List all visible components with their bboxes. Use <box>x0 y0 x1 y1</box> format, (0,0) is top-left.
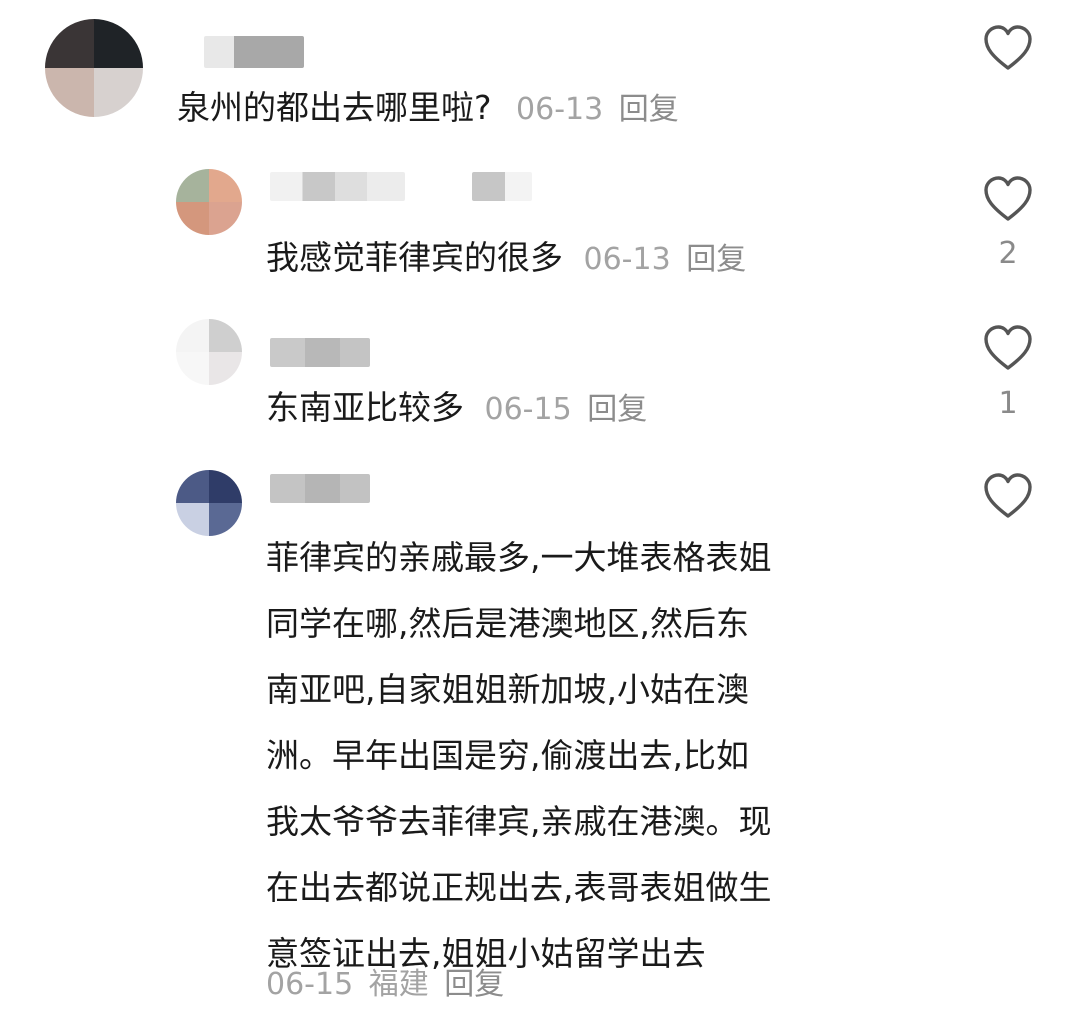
reply-button[interactable]: 回复 <box>686 242 746 277</box>
like-count: 1 <box>998 386 1018 421</box>
like-button[interactable] <box>982 324 1034 372</box>
reply-date: 06-15 <box>484 392 572 427</box>
reply-button[interactable]: 回复 <box>587 392 647 427</box>
username-blurred-suffix <box>472 172 532 201</box>
reply-text-line: 同学在哪,然后是港澳地区,然后东 <box>266 604 749 643</box>
reply-text-line: 洲。早年出国是穷,偷渡出去,比如 <box>266 736 749 775</box>
heart-outline-icon <box>984 25 1032 70</box>
comment-date: 06-13 <box>516 92 604 127</box>
avatar[interactable] <box>45 19 143 117</box>
avatar[interactable] <box>176 470 242 536</box>
username-blurred[interactable] <box>204 36 304 68</box>
username-blurred[interactable] <box>270 172 405 201</box>
reply-text-line: 我太爷爷去菲律宾,亲戚在港澳。现 <box>266 802 772 841</box>
reply-text: 东南亚比较多 <box>266 388 464 427</box>
comment-text-row: 泉州的都出去哪里啦? 06-13 回复 <box>177 88 679 130</box>
like-count: 2 <box>998 236 1018 271</box>
reply-location: 福建 <box>368 967 429 1002</box>
reply-text-long: 菲律宾的亲戚最多,一大堆表格表姐 同学在哪,然后是港澳地区,然后东 南亚吧,自家… <box>266 525 906 987</box>
reply-text-row: 东南亚比较多 06-15 回复 <box>266 388 647 430</box>
like-button[interactable] <box>982 472 1034 520</box>
reply-text-line: 在出去都说正规出去,表哥表姐做生 <box>266 868 772 907</box>
heart-outline-icon <box>984 325 1032 370</box>
reply-meta-row: 06-15 福建 回复 <box>266 965 504 1005</box>
reply-button[interactable]: 回复 <box>619 92 679 127</box>
comment-text: 泉州的都出去哪里啦? <box>177 88 492 127</box>
reply-text: 我感觉菲律宾的很多 <box>266 238 563 277</box>
username-blurred[interactable] <box>270 474 370 503</box>
heart-outline-icon <box>984 176 1032 221</box>
username-blurred[interactable] <box>270 338 370 367</box>
reply-button[interactable]: 回复 <box>444 967 504 1002</box>
like-button[interactable] <box>982 175 1034 223</box>
reply-date: 06-13 <box>583 242 671 277</box>
reply-text-line: 南亚吧,自家姐姐新加坡,小姑在澳 <box>266 670 749 709</box>
reply-text-row: 我感觉菲律宾的很多 06-13 回复 <box>266 238 746 280</box>
reply-date: 06-15 <box>266 967 354 1002</box>
like-button[interactable] <box>982 24 1034 72</box>
reply-text-line: 菲律宾的亲戚最多,一大堆表格表姐 <box>266 538 772 577</box>
avatar[interactable] <box>176 169 242 235</box>
heart-outline-icon <box>984 473 1032 518</box>
avatar[interactable] <box>176 319 242 385</box>
